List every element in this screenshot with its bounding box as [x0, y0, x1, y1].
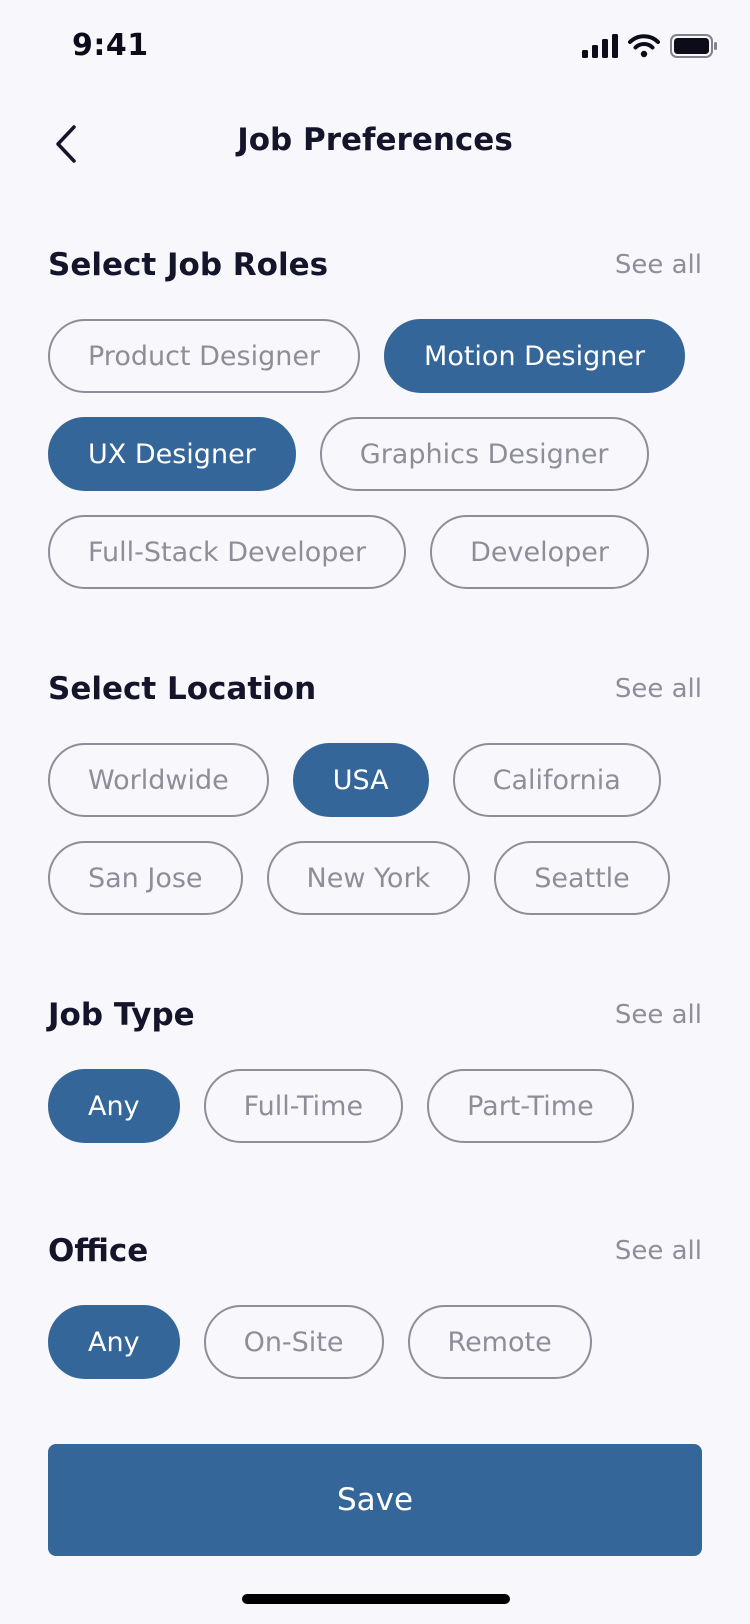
status-time: 9:41	[72, 28, 149, 63]
chip-ux-designer[interactable]: UX Designer	[48, 417, 296, 491]
see-all-link[interactable]: See all	[615, 674, 702, 704]
chip-california[interactable]: California	[452, 743, 661, 817]
home-indicator	[242, 1594, 510, 1604]
section-header: Job Type See all	[48, 995, 702, 1035]
chip-new-york[interactable]: New York	[266, 841, 471, 915]
section-job-roles: Select Job Roles See all Product Designe…	[48, 245, 702, 589]
chip-remote[interactable]: Remote	[407, 1305, 592, 1379]
chip-on-site[interactable]: On-Site	[203, 1305, 384, 1379]
wifi-icon	[628, 34, 660, 58]
status-bar: 9:41	[0, 0, 750, 92]
chip-any-office[interactable]: Any	[48, 1305, 180, 1379]
section-title: Select Location	[48, 671, 317, 707]
section-title: Job Type	[48, 997, 195, 1033]
section-header: Select Location See all	[48, 669, 702, 709]
see-all-link[interactable]: See all	[615, 250, 702, 280]
chip-group: Worldwide USA California San Jose New Yo…	[48, 743, 702, 915]
chip-group: Any Full-Time Part-Time	[48, 1069, 702, 1143]
section-title: Select Job Roles	[48, 247, 329, 283]
chip-group: Any On-Site Remote	[48, 1305, 702, 1379]
chip-product-designer[interactable]: Product Designer	[48, 319, 361, 393]
header: Job Preferences	[0, 108, 750, 180]
save-button[interactable]: Save	[48, 1444, 702, 1556]
section-office: Office See all Any On-Site Remote	[48, 1231, 702, 1379]
see-all-link[interactable]: See all	[615, 1236, 702, 1266]
page-title: Job Preferences	[237, 122, 513, 158]
section-location: Select Location See all Worldwide USA Ca…	[48, 669, 702, 915]
chip-seattle[interactable]: Seattle	[494, 841, 670, 915]
status-icons	[582, 32, 718, 60]
chip-developer[interactable]: Developer	[430, 515, 649, 589]
chip-motion-designer[interactable]: Motion Designer	[384, 319, 686, 393]
chip-group: Product Designer Motion Designer UX Desi…	[48, 319, 702, 589]
chip-san-jose[interactable]: San Jose	[48, 841, 243, 915]
chip-worldwide[interactable]: Worldwide	[48, 743, 269, 817]
chip-full-time[interactable]: Full-Time	[203, 1069, 404, 1143]
section-title: Office	[48, 1233, 149, 1269]
section-header: Select Job Roles See all	[48, 245, 702, 285]
see-all-link[interactable]: See all	[615, 1000, 702, 1030]
chip-part-time[interactable]: Part-Time	[427, 1069, 634, 1143]
battery-icon	[670, 34, 717, 58]
section-job-type: Job Type See all Any Full-Time Part-Time	[48, 995, 702, 1143]
section-header: Office See all	[48, 1231, 702, 1271]
chip-graphics-designer[interactable]: Graphics Designer	[319, 417, 649, 491]
chip-full-stack-developer[interactable]: Full-Stack Developer	[48, 515, 407, 589]
chip-usa[interactable]: USA	[292, 743, 429, 817]
cellular-signal-icon	[582, 34, 618, 58]
chip-any-job-type[interactable]: Any	[48, 1069, 180, 1143]
